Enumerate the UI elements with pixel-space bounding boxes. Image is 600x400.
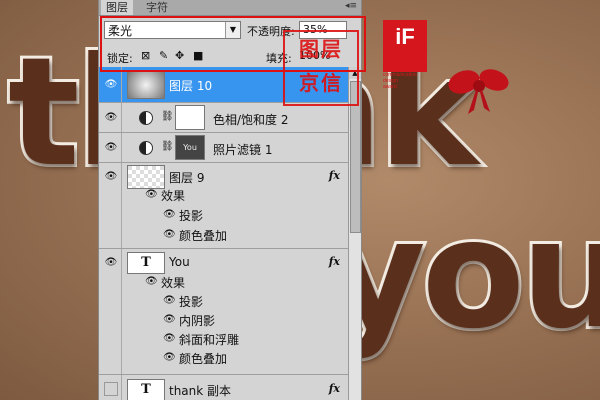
effect-item[interactable]: 内阴影: [179, 312, 215, 329]
link-icon: ⛓: [161, 111, 174, 122]
effects-label: 效果: [161, 276, 186, 290]
layer-row-layer-9[interactable]: 👁 图层 9 fx 👁 效果 👁 投影 👁 颜色叠加: [99, 163, 348, 249]
layer-name: thank 副本: [169, 384, 232, 398]
seal-stamp: 图层 京信: [283, 30, 359, 106]
effect-item[interactable]: 斜面和浮雕: [179, 331, 239, 348]
layer-name: 色相/饱和度 2: [213, 113, 289, 127]
effect-item[interactable]: 投影: [179, 293, 203, 310]
layer-list-scrollbar[interactable]: ▲: [348, 67, 361, 400]
eye-icon[interactable]: 👁: [163, 352, 176, 363]
link-icon: ⛓: [161, 141, 174, 152]
panel-tabs: 图层 字符 ◂≡: [99, 0, 361, 16]
eye-icon[interactable]: 👁: [145, 189, 158, 200]
eye-icon[interactable]: 👁: [103, 77, 119, 93]
layer-name: 图层 10: [169, 79, 213, 93]
effect-item[interactable]: 颜色叠加: [179, 227, 227, 244]
effect-item[interactable]: 投影: [179, 207, 203, 224]
text-layer-icon: T: [127, 379, 165, 400]
eye-icon[interactable]: 👁: [163, 295, 176, 306]
eye-icon[interactable]: 👁: [145, 276, 158, 287]
mask-thumbnail: [175, 105, 205, 130]
eye-icon[interactable]: 👁: [103, 140, 119, 156]
layer-thumbnail: [127, 71, 165, 99]
layer-row-hue-saturation[interactable]: 👁 ⛓ 色相/饱和度 2: [99, 103, 348, 133]
fx-icon[interactable]: fx: [329, 382, 340, 395]
eye-icon[interactable]: 👁: [163, 314, 176, 325]
eye-icon[interactable]: 👁: [163, 333, 176, 344]
eye-icon[interactable]: 👁: [163, 229, 176, 240]
layer-row-thank-copy[interactable]: T thank 副本 fx: [99, 375, 348, 400]
eye-icon[interactable]: 👁: [103, 110, 119, 126]
adjustment-icon: [139, 141, 153, 155]
eye-icon[interactable]: 👁: [103, 169, 119, 185]
tab-characters[interactable]: 字符: [141, 0, 173, 15]
layer-name: 图层 9: [169, 171, 205, 185]
layer-row-you[interactable]: 👁 T You fx 👁 效果 👁 投影 👁 内阴影 👁 斜面和浮雕 👁 颜色叠…: [99, 249, 348, 375]
layer-row-photo-filter[interactable]: 👁 ⛓ You 照片滤镜 1: [99, 133, 348, 163]
visibility-toggle[interactable]: [104, 382, 118, 396]
if-award-logo: iF: [383, 20, 427, 72]
panel-menu-icon[interactable]: ◂≡: [345, 1, 357, 11]
mask-thumbnail: You: [175, 135, 205, 160]
layer-thumbnail: [127, 165, 165, 189]
layer-list: 👁 图层 10 👁 ⛓ 色相/饱和度 2 👁 ⛓ You 照片滤镜 1 👁 图层…: [99, 67, 348, 400]
layer-name: 照片滤镜 1: [213, 143, 273, 157]
layer-name: You: [169, 255, 190, 269]
eye-icon[interactable]: 👁: [163, 209, 176, 220]
effects-label: 效果: [161, 189, 186, 203]
if-award-caption: communication design award: [383, 72, 427, 90]
fx-icon[interactable]: fx: [329, 255, 340, 268]
text-layer-icon: T: [127, 252, 165, 274]
fx-icon[interactable]: fx: [329, 169, 340, 182]
adjustment-icon: [139, 111, 153, 125]
tab-layers[interactable]: 图层: [101, 0, 133, 15]
red-bow-icon: [448, 69, 509, 114]
effect-item[interactable]: 颜色叠加: [179, 350, 227, 367]
eye-icon[interactable]: 👁: [103, 255, 119, 271]
you-text-art: you: [325, 188, 600, 362]
logo-caption-line: award: [383, 84, 397, 90]
